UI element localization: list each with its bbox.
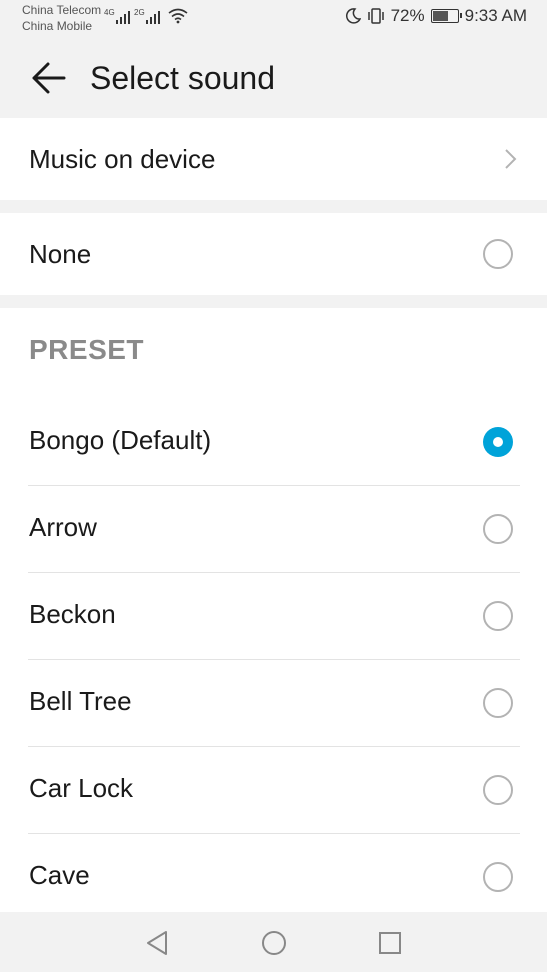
sound-radio-button[interactable]: [483, 601, 513, 631]
sound-radio-button[interactable]: [483, 862, 513, 892]
list-item[interactable]: Beckon: [0, 573, 547, 660]
carrier-info: China Telecom China Mobile: [22, 2, 101, 34]
circle-home-icon[interactable]: [259, 928, 289, 958]
music-on-device-label: Music on device: [29, 144, 216, 174]
app-bar: Select sound: [0, 36, 547, 118]
sound-radio-button[interactable]: [483, 688, 513, 718]
list-item[interactable]: Bongo (Default): [0, 399, 547, 486]
status-right: 72% 9:33 AM: [345, 6, 527, 26]
sound-radio-button[interactable]: [483, 427, 513, 457]
list-item[interactable]: Car Lock: [0, 747, 547, 834]
moon-icon: [345, 8, 361, 24]
navigation-bar: [0, 912, 547, 972]
music-on-device-row[interactable]: Music on device: [0, 118, 547, 200]
sound-radio-button[interactable]: [483, 775, 513, 805]
preset-section: PRESET Bongo (Default) Arrow Beckon Bell Tr…: [0, 308, 547, 912]
signal-1-icon: 4G: [104, 8, 130, 24]
square-recents-icon[interactable]: [375, 928, 405, 958]
none-option-label: None: [29, 239, 92, 269]
carrier-2: China Mobile: [22, 19, 93, 33]
signal-2-icon: 2G: [134, 8, 160, 24]
network-type-1: 4G: [104, 8, 115, 17]
sound-label: Beckon: [29, 599, 116, 629]
sound-radio-button[interactable]: [483, 514, 513, 544]
sound-label: Bell Tree: [29, 686, 132, 716]
clock: 9:33 AM: [464, 6, 527, 25]
preset-section-header: PRESET: [29, 334, 145, 365]
none-option-row[interactable]: None: [0, 213, 547, 295]
wifi-icon: [168, 8, 188, 24]
sound-label: Cave: [29, 860, 90, 890]
sound-label: Car Lock: [29, 773, 134, 803]
list-item[interactable]: Cave: [0, 834, 547, 921]
sound-label: Arrow: [29, 512, 97, 542]
list-item[interactable]: Bell Tree: [0, 660, 547, 747]
carrier-1: China Telecom: [22, 3, 102, 17]
vibrate-icon: [367, 8, 384, 24]
arrow-left-icon[interactable]: [30, 58, 70, 98]
network-type-2: 2G: [134, 8, 145, 17]
network-icons: 4G 2G: [104, 8, 188, 24]
page-title: Select sound: [90, 60, 276, 96]
battery-percent: 72%: [390, 6, 425, 25]
triangle-back-icon[interactable]: [142, 928, 172, 958]
battery-icon: [430, 9, 462, 23]
list-item[interactable]: Arrow: [0, 486, 547, 573]
none-radio-button[interactable]: [483, 239, 513, 269]
status-bar: China Telecom China Mobile 4G 2G 72% 9:3…: [0, 0, 547, 36]
sound-label: Bongo (Default): [29, 425, 212, 455]
chevron-right-icon: [505, 149, 517, 169]
